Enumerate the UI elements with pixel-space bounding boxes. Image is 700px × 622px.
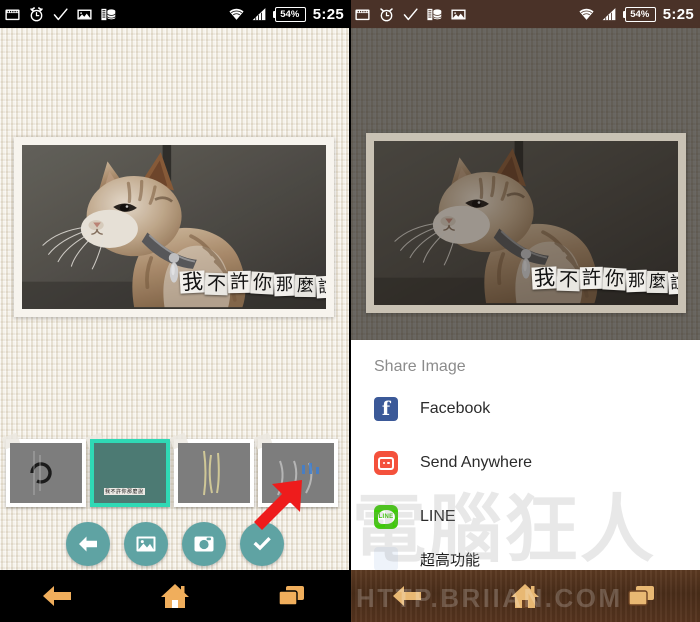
image-icon [136,536,156,552]
confirm-button[interactable] [240,522,284,566]
nav-home[interactable] [508,581,542,611]
android-nav-bar-left [0,570,350,622]
share-item-label: Facebook [420,400,491,417]
alarm-clock-icon [28,6,45,23]
caption-char: 說 [667,271,678,295]
share-item-send-anywhere[interactable]: Send Anywhere [350,436,700,490]
thumb-1-loading [10,443,82,503]
wifi-icon [577,6,594,23]
send-anywhere-icon [374,451,398,475]
thumb-2-caption: 我不許你那麼說 [90,439,170,507]
battery-percent: 54% [280,8,300,20]
caption-char: 不 [556,268,581,292]
nav-back[interactable] [391,581,425,611]
share-item-line[interactable]: LINE LINE [350,490,700,544]
left-phone-screen: 54% 5:25 我 不 許 你 那 麼 說 我不許你那麼說 [0,0,350,622]
back-button[interactable] [66,522,110,566]
share-item-label: Send Anywhere [420,454,533,471]
thumb-4-smoke [262,443,334,503]
image-icon [450,6,467,23]
share-sheet-title: Share Image [374,358,466,375]
arrow-left-icon [79,536,97,552]
nav-recents[interactable] [625,581,659,611]
caption-char: 我 [531,265,558,291]
line-icon: LINE [374,505,398,529]
calendar-icon [4,6,21,23]
status-indicators-left: 54% 5:25 [227,6,344,23]
list-item[interactable] [253,432,338,507]
caption-char: 你 [250,271,275,295]
nav-back[interactable] [41,581,75,611]
caption-char: 麼 [646,270,669,294]
check-icon [52,6,69,23]
home-icon [510,584,539,608]
battery-percent: 54% [630,8,650,20]
clock-time: 5:25 [312,5,344,23]
list-item[interactable] [1,432,86,507]
clock-time: 5:25 [662,5,694,23]
thumb-3-strokes [178,443,250,503]
cat-photo: 我 不 許 你 那 麼 說 [22,145,326,309]
app-icon [374,547,398,570]
share-item-facebook[interactable]: f Facebook [350,382,700,436]
photo-caption-right: 我 不 許 你 那 麼 說 [531,265,678,295]
caption-char: 許 [227,270,252,294]
screenshot-root: 54% 5:25 我 不 許 你 那 麼 說 我不許你那麼說 54% 5:25 … [0,0,700,622]
share-item-label: LINE [420,508,456,525]
share-item-label: 超高功能 [420,551,481,569]
share-item-partial[interactable]: 超高功能 [350,544,700,570]
home-icon [160,584,189,608]
check-icon [253,537,271,551]
caption-char: 那 [273,273,296,297]
photo-frame-right: 我 不 許 你 那 麼 說 [366,133,686,313]
nav-home[interactable] [158,581,192,611]
battery-indicator: 54% [272,6,307,22]
list-item[interactable]: 我不許你那麼說 [85,432,170,507]
nav-recents[interactable] [275,581,309,611]
battery-indicator: 54% [622,6,657,22]
status-icons-right [354,6,467,23]
cat-photo-dimmed: 我 不 許 你 那 麼 說 [374,141,678,305]
camera-icon [194,536,214,552]
android-nav-bar-right [350,570,700,622]
arrow-left-icon [43,586,72,606]
caption-char: 麼 [294,274,317,298]
photo-caption-left[interactable]: 我 不 許 你 那 麼 說 [179,269,326,299]
camera-button[interactable] [182,522,226,566]
caption-char: 不 [204,272,229,296]
photo-frame-left[interactable]: 我 不 許 你 那 麼 說 [14,137,334,317]
caption-char: 那 [625,269,648,293]
alarm-clock-icon [378,6,395,23]
database-stack-icon [100,6,117,23]
status-bar-right: 54% 5:25 [350,0,700,28]
share-sheet[interactable]: Share Image f Facebook Send Anywhere LIN… [350,340,700,570]
status-icons-left [4,6,117,23]
check-icon [402,6,419,23]
panel-divider [349,0,351,622]
caption-char: 許 [579,266,604,290]
caption-char: 我 [179,269,206,295]
facebook-icon: f [374,397,398,421]
status-bar-left: 54% 5:25 [0,0,350,28]
arrow-left-icon [393,586,422,606]
database-stack-icon [426,6,443,23]
gallery-button[interactable] [124,522,168,566]
wifi-icon [227,6,244,23]
caption-char: 說 [315,275,326,299]
calendar-icon [354,6,371,23]
right-phone-screen: 54% 5:25 我 不 許 你 那 麼 說 Share Image f Fac… [350,0,700,622]
status-indicators-right: 54% 5:25 [577,6,694,23]
recents-icon [627,586,654,606]
signal-bars-icon [250,6,267,23]
thumb-caption: 我不許你那麼說 [104,488,145,495]
editor-toolbar [0,518,350,570]
recents-icon [277,586,304,606]
list-item[interactable] [169,432,254,507]
signal-bars-icon [600,6,617,23]
image-icon [76,6,93,23]
thumbnail-strip[interactable]: 我不許你那麼說 [0,432,350,514]
caption-char: 你 [602,267,627,291]
